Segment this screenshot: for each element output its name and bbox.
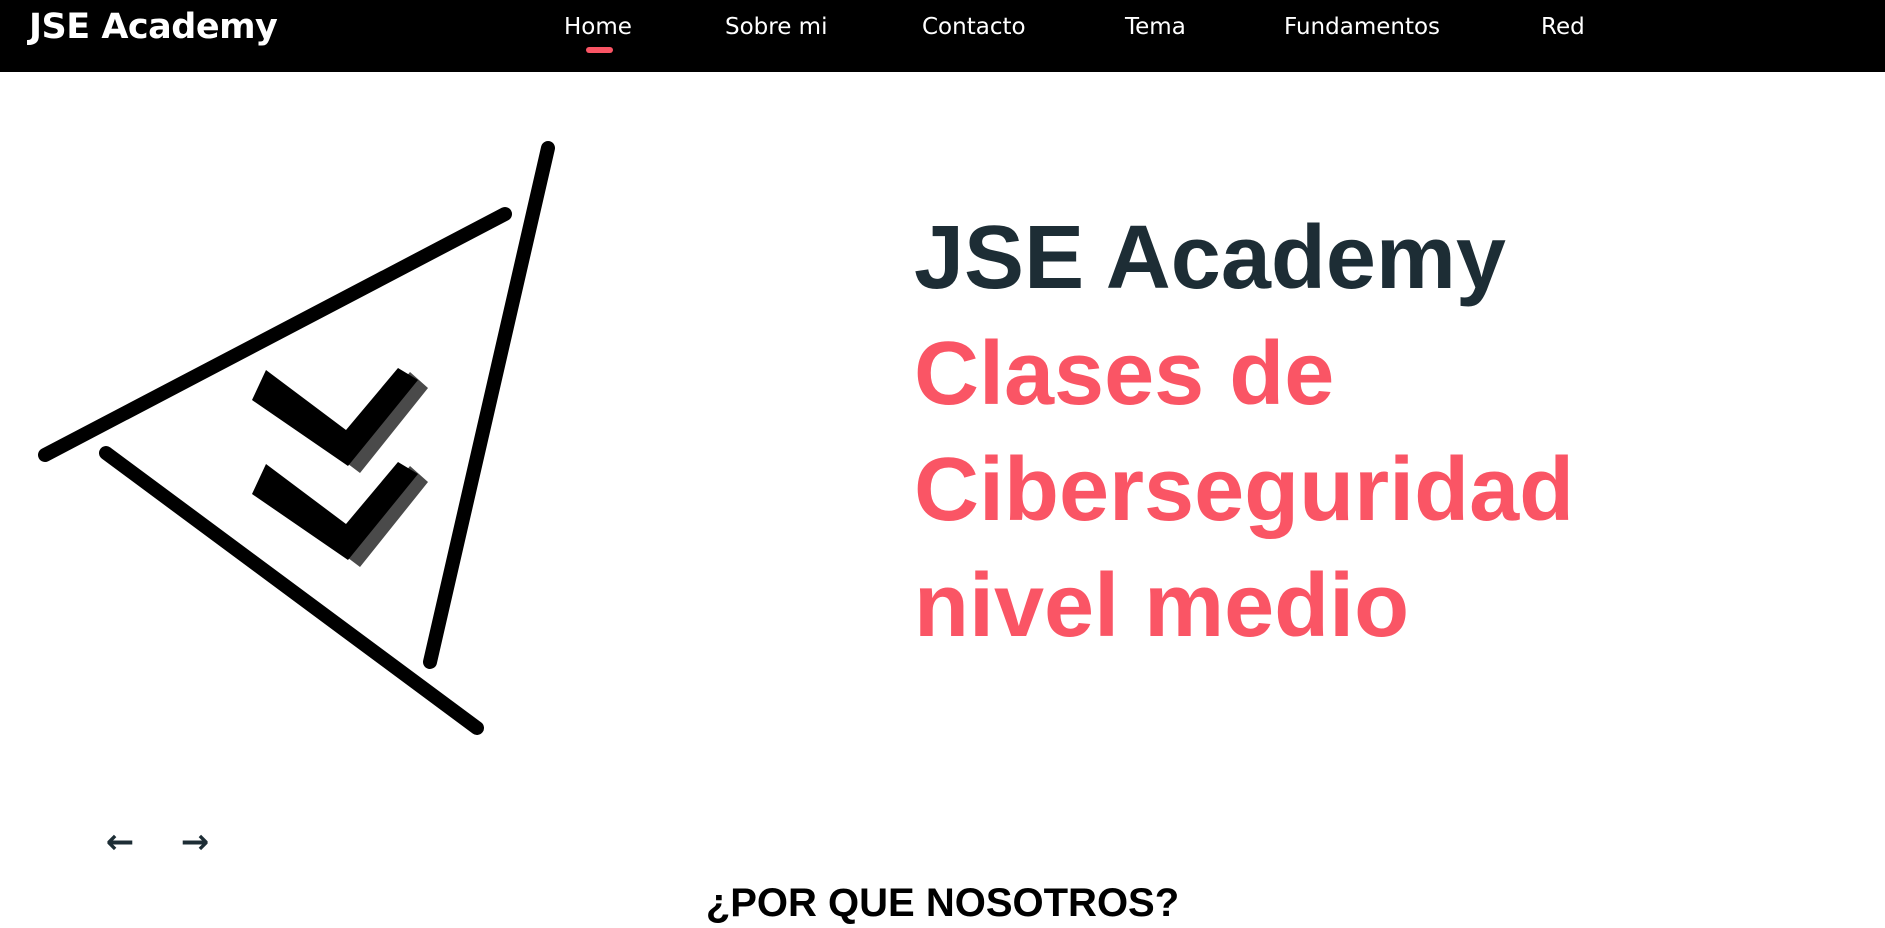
nav-link-red[interactable]: Red [1541,14,1585,40]
hero-subtitle-line-2: Ciberseguridad [914,440,1575,540]
nav-link-sobre-mi[interactable]: Sobre mi [725,14,827,40]
hero-illustration [30,130,570,750]
nav-link-home[interactable]: Home [564,14,632,40]
carousel-next-button[interactable]: → [175,822,215,862]
hero-subtitle-line-1: Clases de [914,324,1335,424]
nav-link-contacto[interactable]: Contacto [922,14,1026,40]
triangle-double-check-icon [38,141,555,735]
nav-link-fundamentos[interactable]: Fundamentos [1284,14,1440,40]
active-nav-indicator [586,47,613,53]
hero-title: JSE Academy [914,208,1506,308]
hero-text-block: JSE Academy Clases de Ciberseguridad niv… [914,200,1814,664]
nav-link-tema[interactable]: Tema [1125,14,1186,40]
hero-subtitle-line-3: nivel medio [914,556,1410,656]
arrow-right-icon: → [180,822,210,862]
section-heading: ¿POR QUE NOSOTROS? [705,881,1180,925]
carousel-prev-button[interactable]: ← [100,822,140,862]
top-navbar: JSE Academy Home Sobre mi Contacto Tema … [0,0,1885,72]
arrow-left-icon: ← [105,822,135,862]
main-nav: Home Sobre mi Contacto Tema Fundamentos … [0,0,1885,72]
